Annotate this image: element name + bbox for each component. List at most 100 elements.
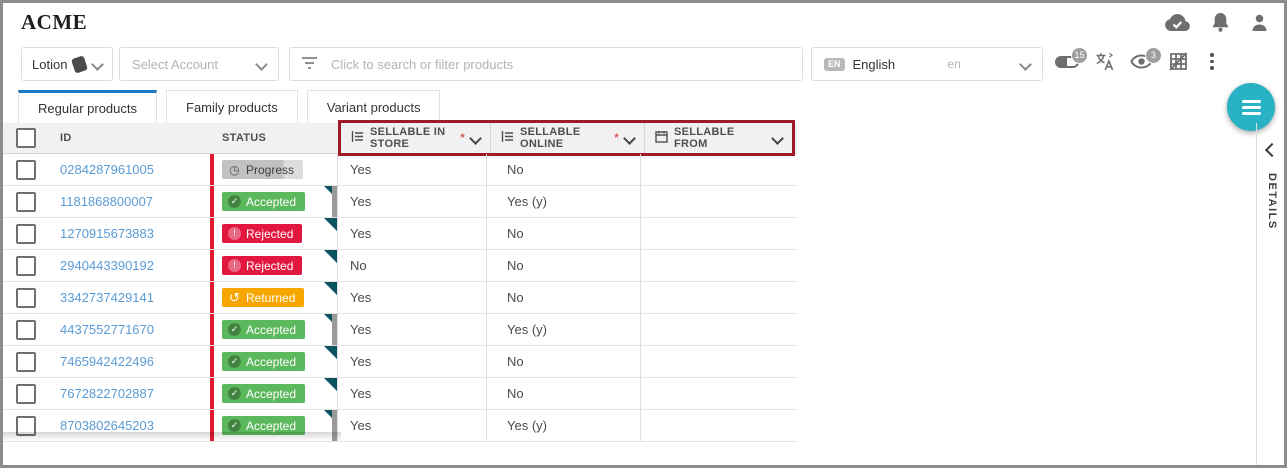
status-cell: ✓ Accepted: [214, 378, 332, 409]
row-checkbox[interactable]: [16, 160, 36, 180]
grid-off-icon[interactable]: [1169, 52, 1188, 71]
table-row: 0284287961005 ◷ Progress Yes No: [3, 154, 797, 186]
user-icon[interactable]: [1251, 14, 1268, 32]
cell-store[interactable]: Yes: [337, 410, 487, 441]
cell-from[interactable]: [641, 346, 788, 377]
product-id-link[interactable]: 0284287961005: [60, 162, 154, 177]
cell-online[interactable]: No: [487, 282, 641, 313]
status-icon: ✓: [228, 419, 241, 432]
cell-store[interactable]: Yes: [337, 378, 487, 409]
cell-from[interactable]: [641, 378, 788, 409]
cell-online[interactable]: No: [487, 346, 641, 377]
cell-online[interactable]: No: [487, 218, 641, 249]
row-checkbox[interactable]: [16, 320, 36, 340]
cell-online[interactable]: Yes (y): [487, 186, 641, 217]
cell-store[interactable]: Yes: [337, 218, 487, 249]
completeness-pill-icon[interactable]: 15: [1055, 54, 1079, 69]
column-header-sellable-online[interactable]: SELLABLE ONLINE *: [491, 123, 645, 153]
row-marker: [332, 314, 337, 345]
tab-variant-products[interactable]: Variant products: [307, 90, 441, 123]
table-row: 7465942422496 ✓ Accepted Yes No: [3, 346, 797, 378]
status-label: Accepted: [246, 388, 296, 400]
cell-online[interactable]: No: [487, 250, 641, 281]
cell-online[interactable]: No: [487, 154, 641, 185]
details-panel[interactable]: DETAILS: [1256, 123, 1287, 465]
search-box[interactable]: [289, 47, 803, 81]
product-id-link[interactable]: 2940443390192: [60, 258, 154, 273]
watch-eye-icon[interactable]: 3: [1130, 54, 1153, 69]
cell-store[interactable]: Yes: [337, 186, 487, 217]
status-cell: ✓ Accepted: [214, 346, 332, 377]
cell-online[interactable]: Yes (y): [487, 410, 641, 441]
cell-store[interactable]: Yes: [337, 314, 487, 345]
required-asterisk: *: [460, 132, 465, 144]
language-select[interactable]: EN English en: [811, 47, 1043, 81]
catalog-select[interactable]: Lotion: [21, 47, 113, 81]
cell-from[interactable]: [641, 250, 788, 281]
cell-store[interactable]: Yes: [337, 346, 487, 377]
filter-icon: [302, 57, 317, 72]
table-row: 4437552771670 ✓ Accepted Yes Yes (y): [3, 314, 797, 346]
chevron-down-icon[interactable]: [771, 132, 784, 145]
chevron-down-icon: [91, 58, 104, 71]
column-header-id[interactable]: ID: [48, 123, 214, 153]
status-icon: !: [228, 227, 241, 240]
translate-icon[interactable]: [1095, 52, 1114, 71]
status-label: Accepted: [246, 196, 296, 208]
tab-regular-products[interactable]: Regular products: [18, 90, 157, 123]
search-input[interactable]: [329, 56, 790, 73]
cell-from[interactable]: [641, 410, 788, 441]
notifications-icon[interactable]: [1212, 13, 1229, 32]
cell-from[interactable]: [641, 154, 788, 185]
product-id-link[interactable]: 7465942422496: [60, 354, 154, 369]
watch-count-badge: 3: [1145, 47, 1162, 64]
chevron-left-icon[interactable]: [1265, 143, 1279, 157]
chevron-down-icon[interactable]: [623, 132, 636, 145]
cell-from[interactable]: [641, 282, 788, 313]
cloud-sync-icon[interactable]: [1164, 14, 1190, 32]
product-id-link[interactable]: 8703802645203: [60, 418, 154, 433]
product-id-link[interactable]: 3342737429141: [60, 290, 154, 305]
list-attribute-icon: [501, 130, 514, 146]
cell-from[interactable]: [641, 218, 788, 249]
language-select-value: English: [853, 57, 896, 72]
cell-online[interactable]: No: [487, 378, 641, 409]
column-header-status[interactable]: STATUS: [214, 123, 336, 153]
column-header-sellable-in-store[interactable]: SELLABLE IN STORE *: [341, 123, 491, 153]
cell-online[interactable]: Yes (y): [487, 314, 641, 345]
more-options-icon[interactable]: [1204, 51, 1220, 72]
tab-family-products[interactable]: Family products: [166, 90, 298, 123]
account-select[interactable]: Select Account: [119, 47, 279, 81]
cell-store[interactable]: No: [337, 250, 487, 281]
cell-from[interactable]: [641, 314, 788, 345]
product-id-link[interactable]: 1181868800007: [60, 194, 153, 209]
row-checkbox[interactable]: [16, 384, 36, 404]
status-label: Accepted: [246, 324, 296, 336]
cell-store[interactable]: Yes: [337, 282, 487, 313]
cell-from[interactable]: [641, 186, 788, 217]
cell-store[interactable]: Yes: [337, 154, 487, 185]
required-asterisk: *: [614, 132, 619, 144]
product-id-link[interactable]: 4437552771670: [60, 322, 154, 337]
status-cell: ! Rejected: [214, 218, 332, 249]
status-icon: !: [228, 259, 241, 272]
row-checkbox[interactable]: [16, 288, 36, 308]
row-checkbox[interactable]: [16, 352, 36, 372]
column-header-sellable-from[interactable]: SELLABLE FROM: [645, 123, 792, 153]
chevron-down-icon[interactable]: [469, 132, 482, 145]
status-cell: ✓ Accepted: [214, 314, 332, 345]
table-row: 1181868800007 ✓ Accepted Yes Yes (y): [3, 186, 797, 218]
select-all-checkbox[interactable]: [16, 128, 36, 148]
status-icon: ✓: [228, 355, 241, 368]
row-checkbox[interactable]: [16, 256, 36, 276]
product-id-link[interactable]: 1270915673883: [60, 226, 154, 241]
calendar-icon: [655, 130, 668, 146]
product-id-link[interactable]: 7672822702887: [60, 386, 154, 401]
row-checkbox[interactable]: [16, 224, 36, 244]
status-badge: ◷ Progress: [222, 160, 303, 179]
status-label: Accepted: [246, 356, 296, 368]
table-body: 0284287961005 ◷ Progress Yes No 11818688…: [3, 154, 797, 442]
row-checkbox[interactable]: [16, 192, 36, 212]
status-icon: ◷: [228, 163, 241, 176]
frozen-pane-shadow: [3, 432, 341, 441]
